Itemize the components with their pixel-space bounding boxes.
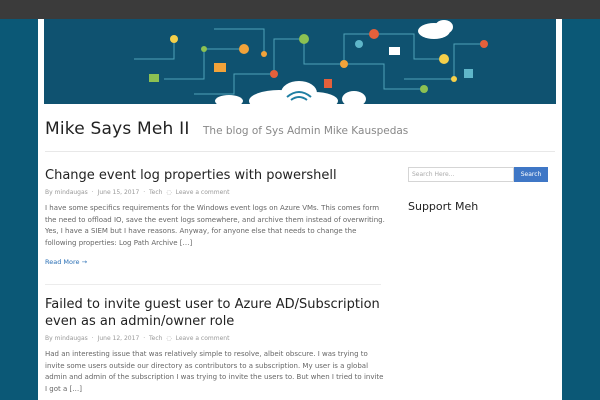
read-more-link[interactable]: Read More →	[45, 258, 87, 266]
site-tagline: The blog of Sys Admin Mike Kauspedas	[203, 125, 409, 137]
lock-icon	[324, 79, 332, 88]
post-category[interactable]: Tech	[149, 335, 162, 342]
cloud-icon	[215, 20, 453, 104]
meta-separator: ·	[143, 189, 146, 196]
site-title[interactable]: Mike Says Meh II	[45, 119, 190, 139]
post-title[interactable]: Failed to invite guest user to Azure AD/…	[45, 296, 385, 330]
user-icon	[355, 40, 363, 48]
post-date[interactable]: June 12, 2017	[98, 335, 140, 342]
post-title[interactable]: Change event log properties with powersh…	[45, 167, 385, 184]
search-input[interactable]	[408, 167, 514, 182]
gear-icon	[239, 44, 249, 54]
widget-title-support: Support Meh	[408, 200, 479, 213]
post-author[interactable]: By mindaugas	[45, 189, 88, 196]
meta-separator: ·	[143, 335, 146, 342]
comment-icon: ◌	[166, 335, 172, 342]
search-form: Search	[408, 167, 558, 182]
header-banner-image[interactable]	[44, 19, 556, 104]
post-meta: By mindaugas · June 15, 2017 · Tech ◌ Le…	[45, 189, 385, 196]
sidebar: Search Support Meh	[408, 167, 558, 213]
meta-separator: ·	[91, 335, 94, 342]
post-meta: By mindaugas · June 12, 2017 · Tech ◌ Le…	[45, 335, 385, 342]
post-comments-link[interactable]: Leave a comment	[176, 189, 230, 196]
post-article: Change event log properties with powersh…	[45, 167, 385, 268]
post-excerpt: Had an interesting issue that was relati…	[45, 350, 384, 393]
network-illustration	[134, 20, 488, 104]
chart-icon	[214, 63, 226, 72]
page-container: Mike Says Meh II The blog of Sys Admin M…	[38, 19, 562, 400]
admin-top-bar	[0, 0, 600, 19]
header-divider	[45, 151, 555, 152]
search-button[interactable]: Search	[514, 167, 548, 182]
site-header: Mike Says Meh II The blog of Sys Admin M…	[45, 119, 555, 159]
comment-icon: ◌	[166, 189, 172, 196]
post-category[interactable]: Tech	[149, 189, 162, 196]
post-excerpt: I have some specifics requirements for t…	[45, 204, 385, 247]
post-date[interactable]: June 15, 2017	[98, 189, 140, 196]
post-article: Failed to invite guest user to Azure AD/…	[45, 296, 385, 395]
post-author[interactable]: By mindaugas	[45, 335, 88, 342]
post-separator	[45, 284, 381, 285]
meta-separator: ·	[91, 189, 94, 196]
post-comments-link[interactable]: Leave a comment	[176, 335, 230, 342]
mail-icon	[389, 47, 400, 55]
